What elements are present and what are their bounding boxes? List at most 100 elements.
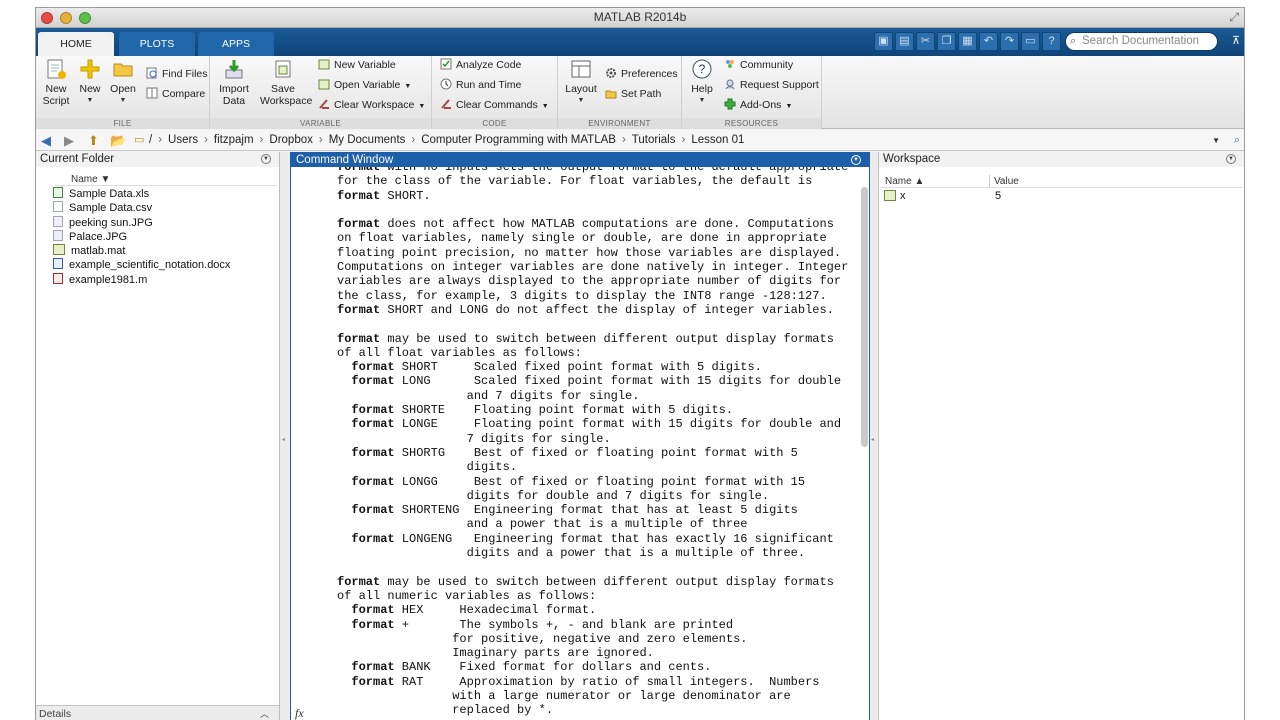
panel-menu-icon[interactable]: ▼ [261,154,271,164]
compare-icon [146,87,158,99]
breadcrumb-users[interactable]: Users [168,134,198,146]
list-item[interactable]: example1981.m [53,272,277,287]
list-item[interactable]: matlab.mat [53,244,277,258]
breadcrumb-computer-programming[interactable]: Computer Programming with MATLAB [421,134,616,146]
panel-menu-icon[interactable]: ▼ [1226,154,1236,164]
folder-search-icon[interactable]: ⌕ [1234,130,1240,151]
copy-icon[interactable]: ❐ [937,32,956,51]
left-splitter[interactable]: ◂ [280,152,290,720]
output-line: Computations on integer variables are do… [337,260,848,274]
list-item[interactable]: Palace.JPG [53,229,277,244]
excel-file-icon [53,187,63,198]
output-text-span: with a large numerator or large denomina… [337,688,791,703]
compare-button[interactable]: Compare [146,85,205,103]
shortcut-icon[interactable]: ▣ [874,32,893,51]
output-line: format LONGENG Engineering format that h… [337,532,848,546]
output-line: and a power that is a multiple of three [337,517,848,531]
paste-icon[interactable]: ▦ [958,32,977,51]
breadcrumb-dropbox[interactable]: Dropbox [269,134,312,146]
output-keyword: format [337,417,395,432]
community-button[interactable]: Community [724,56,793,74]
open-button[interactable]: Open ▼ [103,58,143,107]
browse-folder-icon[interactable]: 📂 [110,130,126,151]
output-line: the class, for example, 3 digits to disp… [337,289,848,303]
vertical-scrollbar[interactable] [861,187,868,447]
switch-windows-icon[interactable]: ▭ [1021,32,1040,51]
table-row[interactable]: x 5 [881,189,1243,203]
list-item[interactable]: peeking sun.JPG [53,215,277,230]
cut-icon[interactable]: ✂ [916,32,935,51]
tab-apps[interactable]: APPS [198,32,274,56]
right-splitter[interactable]: ◂ [870,152,878,720]
up-folder-icon[interactable]: ⬆ [88,130,99,151]
minimize-window-button[interactable] [60,12,72,24]
new-variable-button[interactable]: New Variable [318,56,396,74]
find-files-button[interactable]: Find Files [146,65,208,83]
redo-icon[interactable]: ↷ [1000,32,1019,51]
mat-file-icon [53,244,65,256]
value-column-header[interactable]: Value [989,175,1099,188]
fullscreen-icon[interactable]: ⤢ [1229,11,1239,23]
close-window-button[interactable] [41,12,53,24]
forward-arrow-icon[interactable]: ▶ [64,130,74,151]
breadcrumb-root[interactable]: / [149,134,152,146]
chevron-up-icon[interactable]: ︿ [260,706,269,720]
analyze-code-button[interactable]: Analyze Code [440,56,521,74]
layout-button[interactable]: Layout ▼ [561,58,601,107]
back-arrow-icon[interactable]: ◀ [41,130,51,151]
import-data-button[interactable]: Import Data [214,58,254,107]
help-icon[interactable]: ? [1042,32,1061,51]
output-line: format LONGG Best of fixed or floating p… [337,475,848,489]
list-item[interactable]: Sample Data.csv [53,201,277,215]
environment-group: Layout ▼ Preferences Set Path ENVIRONMEN… [558,56,682,129]
save-workspace-button[interactable]: Save Workspace [260,58,312,107]
output-keyword: format [337,302,381,317]
output-text-span: + The symbols +, - and blank are printed [394,617,734,632]
tab-plots[interactable]: PLOTS [119,32,195,56]
request-support-button[interactable]: Request Support [724,76,819,94]
address-dropdown-icon[interactable]: ▼ [1212,130,1220,151]
output-line: format SHORTG Best of fixed or floating … [337,446,848,460]
details-bar[interactable]: Details ︿ [36,705,279,720]
undo-icon[interactable]: ↶ [979,32,998,51]
output-line: of all numeric variables as follows: [337,589,848,603]
open-variable-icon [318,79,330,90]
list-item[interactable]: Sample Data.xls [53,187,277,201]
output-line: format SHORT. [337,189,848,203]
preferences-button[interactable]: Preferences [605,65,678,83]
tab-home[interactable]: HOME [38,32,114,56]
breadcrumb-my-documents[interactable]: My Documents [329,134,406,146]
save-icon[interactable]: ▤ [895,32,914,51]
breadcrumb-tutorials[interactable]: Tutorials [632,134,676,146]
output-text-span: HEX Hexadecimal format. [394,603,597,618]
variable-value: 5 [995,190,1002,202]
help-button[interactable]: ? Help ▼ [682,58,722,107]
fx-prompt-icon[interactable]: fx [295,706,304,720]
name-column-header[interactable]: Name ▼ [55,173,277,186]
panel-menu-icon[interactable]: ▼ [851,155,861,165]
open-variable-button[interactable]: Open Variable ▼ [318,76,411,94]
list-item[interactable]: example_scientific_notation.docx [53,258,277,272]
output-text-span: does not affect how MATLAB computations … [380,217,834,232]
output-text-span: digits and a power that is a multiple of… [337,546,806,561]
clear-commands-button[interactable]: Clear Commands ▼ [440,96,549,114]
output-line: format SHORTENG Engineering format that … [337,503,848,517]
output-line: digits for double and 7 digits for singl… [337,489,848,503]
set-path-button[interactable]: Set Path [605,85,661,103]
layout-icon [571,60,591,78]
breadcrumb-lesson-01[interactable]: Lesson 01 [691,134,744,146]
add-ons-button[interactable]: Add-Ons ▼ [724,96,792,114]
breadcrumb-fitzpajm[interactable]: fitzpajm [214,134,254,146]
run-and-time-button[interactable]: Run and Time [440,76,521,94]
collapse-toolstrip-icon[interactable]: ⊼ [1232,34,1240,47]
zoom-window-button[interactable] [79,12,91,24]
clear-workspace-button[interactable]: Clear Workspace ▼ [318,96,425,114]
command-window-output[interactable]: format with no inputs sets the output fo… [291,167,857,720]
name-column-header[interactable]: Name ▲ [885,175,990,188]
output-line: format LONGE Floating point format with … [337,417,848,431]
output-text-span: 7 digits for single. [337,431,611,446]
search-documentation-input[interactable]: ⌕ Search Documentation [1065,32,1218,51]
output-text-span: may be used to switch between different … [380,331,834,346]
output-text-span: LONGG Best of fixed or floating point fo… [394,474,806,489]
output-line: format SHORT Scaled fixed point format w… [337,360,848,374]
